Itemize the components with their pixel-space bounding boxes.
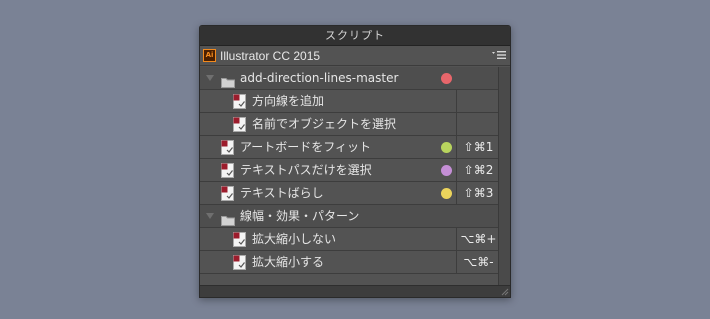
color-label-dot [441, 188, 452, 199]
app-name: Illustrator CC 2015 [220, 48, 321, 63]
panel-title[interactable]: スクリプト [200, 26, 510, 46]
script-file-icon [233, 94, 246, 109]
script-file-icon [233, 255, 246, 270]
shortcut-cell[interactable]: ⇧⌘2 [456, 159, 499, 181]
shortcut-cell[interactable]: ⇧⌘1 [456, 136, 499, 158]
script-file-icon [221, 186, 234, 201]
script-row[interactable]: 拡大縮小しない ⌥⌘+ [200, 228, 498, 251]
script-file-icon [233, 117, 246, 132]
app-selector[interactable]: Ai Illustrator CC 2015 [200, 46, 510, 66]
illustrator-app-icon: Ai [203, 49, 216, 62]
row-label: 名前でオブジェクトを選択 [252, 117, 397, 131]
disclosure-triangle-icon[interactable] [206, 213, 214, 219]
shortcut-key: ⇧⌘2 [463, 163, 494, 177]
shortcut-key: ⌥⌘- [463, 255, 494, 269]
scripts-panel: スクリプト Ai Illustrator CC 2015 add-directi… [199, 25, 511, 298]
shortcut-cell[interactable]: ⇧⌘3 [456, 182, 499, 204]
script-row[interactable]: 名前でオブジェクトを選択 [200, 113, 498, 136]
vertical-scrollbar[interactable] [498, 67, 510, 286]
script-row[interactable]: 拡大縮小する ⌥⌘- [200, 251, 498, 274]
row-label: アートボードをフィット [240, 140, 372, 154]
folder-icon [221, 211, 235, 226]
folder-row[interactable]: add-direction-lines-master [200, 67, 498, 90]
panel-menu-icon[interactable] [492, 50, 506, 60]
row-label: 拡大縮小する [252, 255, 325, 269]
shortcut-key: ⇧⌘1 [463, 140, 494, 154]
script-row[interactable]: テキストパスだけを選択 ⇧⌘2 [200, 159, 498, 182]
shortcut-cell[interactable] [456, 90, 499, 112]
script-row[interactable]: アートボードをフィット ⇧⌘1 [200, 136, 498, 159]
shortcut-cell[interactable]: ⌥⌘+ [456, 228, 499, 250]
script-list: add-direction-lines-master 方向線を追加名前でオブジェク… [200, 67, 498, 297]
row-label: 方向線を追加 [252, 94, 325, 108]
shortcut-key: ⇧⌘3 [463, 186, 494, 200]
panel-footer [200, 285, 510, 297]
color-label-dot [441, 165, 452, 176]
script-row[interactable]: テキストばらし ⇧⌘3 [200, 182, 498, 205]
folder-row[interactable]: 線幅・効果・パターン [200, 205, 498, 228]
script-file-icon [221, 163, 234, 178]
shortcut-cell[interactable]: ⌥⌘- [456, 251, 499, 273]
folder-icon [221, 73, 235, 88]
color-label-dot [441, 142, 452, 153]
disclosure-triangle-icon[interactable] [206, 75, 214, 81]
row-label: テキストパスだけを選択 [240, 163, 372, 177]
row-label: テキストばらし [240, 186, 324, 200]
color-label-dot [441, 73, 452, 84]
row-label: 拡大縮小しない [252, 232, 337, 246]
row-label: 線幅・効果・パターン [240, 209, 360, 223]
script-row[interactable]: 方向線を追加 [200, 90, 498, 113]
row-label: add-direction-lines-master [240, 71, 399, 85]
shortcut-cell[interactable] [456, 113, 499, 135]
resize-grip-icon[interactable] [499, 286, 509, 296]
script-file-icon [233, 232, 246, 247]
shortcut-key: ⌥⌘+ [460, 232, 497, 246]
script-file-icon [221, 140, 234, 155]
